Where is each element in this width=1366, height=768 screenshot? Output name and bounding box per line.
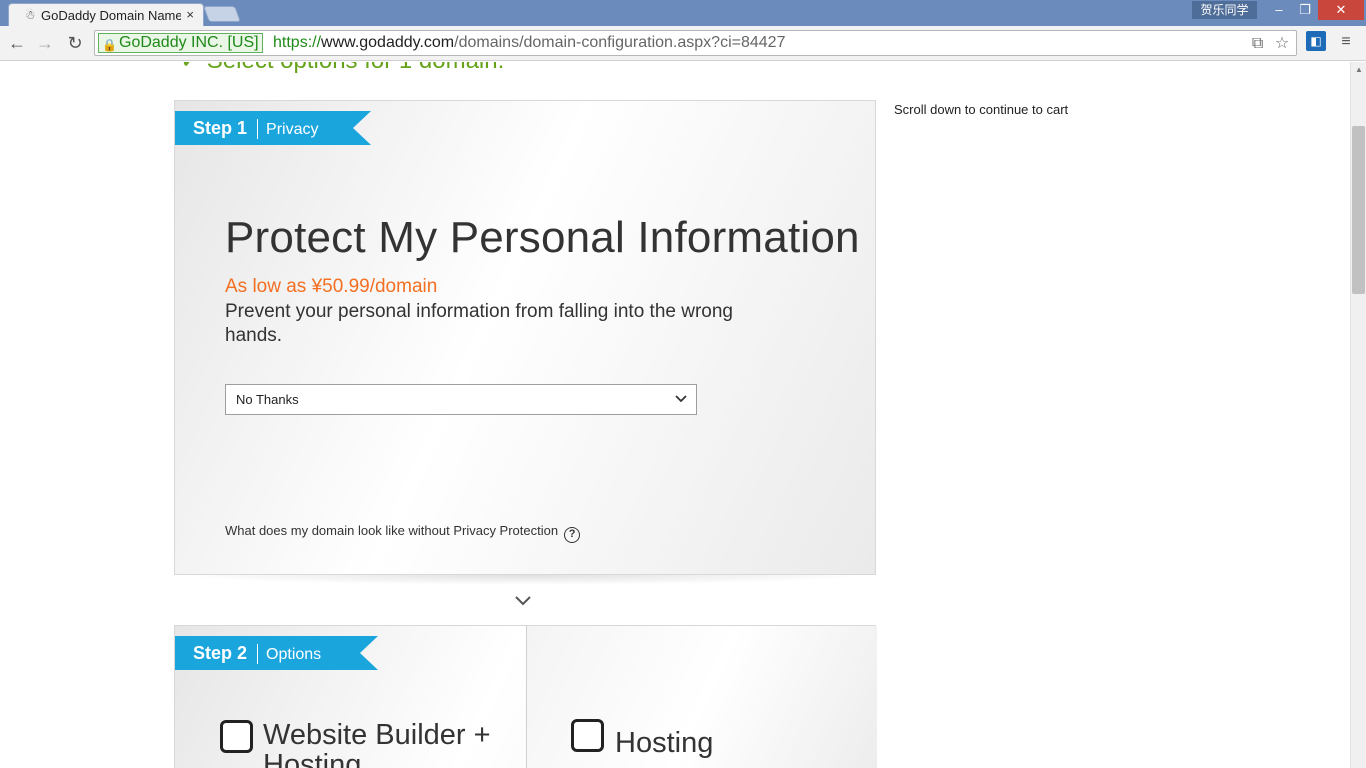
ev-label: GoDaddy INC. [US] bbox=[119, 34, 259, 51]
privacy-help-link[interactable]: What does my domain look like without Pr… bbox=[225, 523, 581, 543]
url-host: www.godaddy.com bbox=[321, 34, 455, 51]
back-button[interactable]: ← bbox=[6, 32, 28, 54]
step1-number: Step 1 bbox=[193, 118, 248, 138]
ev-certificate-badge[interactable]: 🔒 GoDaddy INC. [US] bbox=[98, 33, 263, 53]
browser-titlebar: ☃ GoDaddy Domain Name × 贺乐同学 – ❐ ✕ bbox=[0, 0, 1366, 26]
hosting-label[interactable]: Hosting bbox=[615, 728, 713, 758]
url-scheme: https:// bbox=[273, 34, 322, 51]
scroll-up-arrow-icon[interactable]: ▲ bbox=[1351, 62, 1366, 78]
menu-icon[interactable]: ≡ bbox=[1337, 33, 1355, 51]
step2-label: Options bbox=[266, 646, 322, 663]
url-path: /domains/domain-configuration.aspx?ci=84… bbox=[454, 34, 786, 51]
step2-ribbon: Step 2 Options bbox=[175, 636, 378, 670]
page-heading: ✓ Select options for 1 domain: bbox=[180, 62, 504, 75]
step1-label: Privacy bbox=[266, 121, 319, 138]
chevron-down-icon bbox=[675, 395, 687, 403]
new-tab-button[interactable] bbox=[203, 6, 241, 22]
hosting-checkbox[interactable] bbox=[571, 719, 604, 752]
page-scrollbar[interactable]: ▲ bbox=[1350, 62, 1366, 768]
scroll-down-chevron-icon[interactable] bbox=[513, 594, 533, 608]
step2-number: Step 2 bbox=[193, 643, 248, 663]
browser-tab[interactable]: ☃ GoDaddy Domain Name × bbox=[8, 3, 204, 26]
options-divider bbox=[526, 626, 527, 768]
scrollbar-thumb[interactable] bbox=[1352, 126, 1365, 294]
privacy-title: Protect My Personal Information bbox=[225, 213, 860, 262]
privacy-price: As low as ¥50.99/domain bbox=[225, 276, 438, 297]
website-builder-label[interactable]: Website Builder + Hosting bbox=[263, 720, 513, 768]
address-bar[interactable]: 🔒 GoDaddy INC. [US] https://www.godaddy.… bbox=[94, 30, 1297, 56]
reload-button[interactable]: ↻ bbox=[64, 32, 86, 54]
godaddy-favicon-icon: ☃ bbox=[24, 8, 36, 22]
profile-badge[interactable]: 贺乐同学 bbox=[1192, 1, 1257, 19]
forward-button[interactable]: → bbox=[34, 32, 56, 54]
translate-icon[interactable]: ⧉ bbox=[1248, 35, 1268, 53]
browser-toolbar: ← → ↻ 🔒 GoDaddy INC. [US] https://www.go… bbox=[0, 26, 1366, 61]
options-step-card: Step 2 Options Website Builder + Hosting … bbox=[174, 625, 877, 768]
extension-icon[interactable]: ◧ bbox=[1306, 31, 1326, 51]
step1-ribbon: Step 1 Privacy bbox=[175, 111, 371, 145]
privacy-select-value: No Thanks bbox=[236, 392, 299, 407]
minimize-button[interactable]: – bbox=[1266, 0, 1292, 20]
card-shadow bbox=[174, 575, 876, 585]
question-mark-icon[interactable]: ? bbox=[564, 527, 581, 543]
page-viewport: ✓ Select options for 1 domain: Scroll do… bbox=[0, 62, 1350, 768]
url-text[interactable]: https://www.godaddy.com/domains/domain-c… bbox=[273, 34, 785, 52]
maximize-button[interactable]: ❐ bbox=[1292, 0, 1318, 20]
close-window-button[interactable]: ✕ bbox=[1318, 0, 1364, 20]
sidebar-note: Scroll down to continue to cart bbox=[894, 102, 1069, 117]
privacy-step-card: Step 1 Privacy Protect My Personal Inform… bbox=[174, 100, 876, 575]
tab-close-icon[interactable]: × bbox=[186, 7, 194, 22]
privacy-select-dropdown[interactable]: No Thanks bbox=[225, 384, 697, 415]
tab-title: GoDaddy Domain Name bbox=[41, 8, 181, 23]
lock-icon: 🔒 bbox=[102, 38, 117, 52]
privacy-help-text: What does my domain look like without Pr… bbox=[225, 523, 559, 538]
privacy-description: Prevent your personal information from f… bbox=[225, 301, 733, 346]
website-builder-checkbox[interactable] bbox=[220, 720, 253, 753]
bookmark-star-icon[interactable]: ☆ bbox=[1272, 33, 1292, 53]
